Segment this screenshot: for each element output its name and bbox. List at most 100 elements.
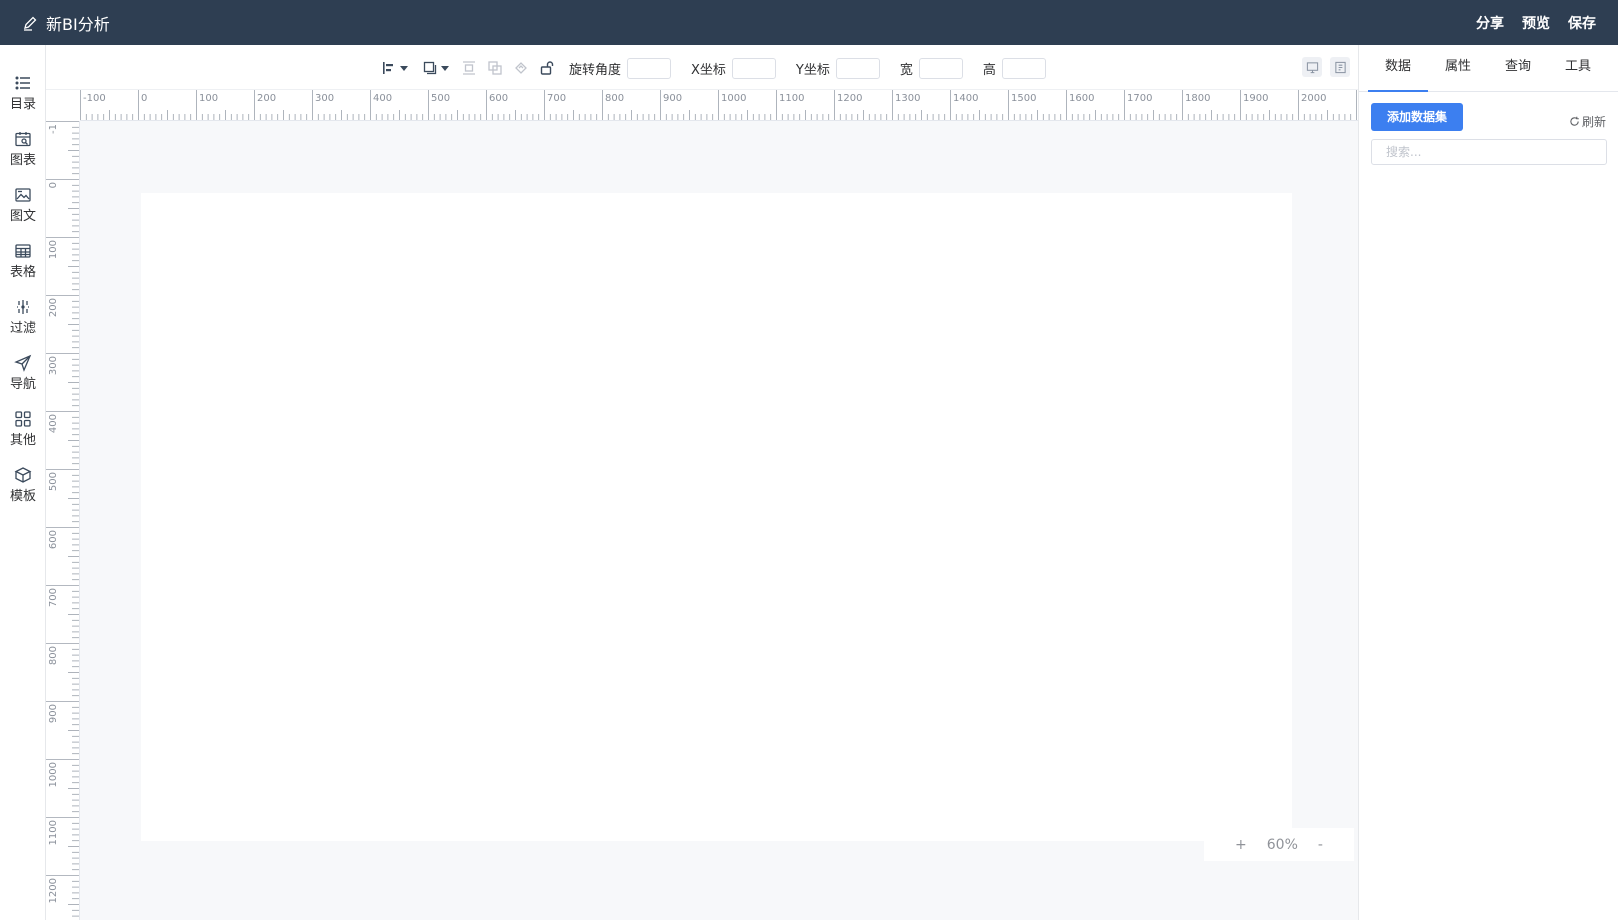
ruler-label: 0 — [141, 93, 147, 104]
lock-button[interactable] — [539, 57, 555, 79]
sidebar-item-label: 图文 — [9, 209, 36, 224]
width-input[interactable] — [918, 57, 963, 79]
mobile-view-button[interactable] — [1330, 57, 1350, 77]
ruler-label: 100 — [199, 93, 218, 104]
ruler-label: 1000 — [721, 93, 746, 104]
ruler-label: 900 — [48, 704, 59, 723]
sidebar-item-label: 表格 — [9, 265, 36, 280]
y-coord-label: Y坐标 — [795, 62, 830, 78]
sidebar-item-catalog[interactable]: 目录 — [0, 65, 46, 121]
sidebar-item-label: 模板 — [9, 489, 36, 504]
chevron-down-icon — [441, 65, 449, 71]
ruler-label: 200 — [257, 93, 276, 104]
add-dataset-button[interactable]: 添加数据集 — [1371, 103, 1464, 131]
height-input[interactable] — [1001, 57, 1046, 79]
ruler-label: 1600 — [1069, 93, 1094, 104]
ruler-label: 1700 — [1127, 93, 1152, 104]
y-coord-input[interactable] — [835, 57, 880, 79]
tab-tools[interactable]: 工具 — [1548, 45, 1608, 91]
ruler-label: 1400 — [953, 93, 978, 104]
sidebar-item-label: 目录 — [9, 97, 36, 112]
filter-icon — [17, 300, 29, 314]
sidebar-item-filter[interactable]: 过滤 — [0, 289, 46, 345]
tab-data[interactable]: 数据 — [1368, 45, 1428, 92]
sidebar-item-label: 其他 — [9, 433, 36, 448]
tab-query[interactable]: 查询 — [1488, 45, 1548, 91]
ruler-label: 200 — [48, 298, 59, 317]
group-button[interactable] — [487, 57, 503, 79]
x-coord-input[interactable] — [731, 57, 776, 79]
ruler-label: 700 — [48, 588, 59, 607]
vertical-ruler: -1 0 100 200 300 400 500 600 700 800 900 1000 1100 12… — [46, 121, 80, 920]
template-cube-icon — [14, 467, 32, 483]
unlock-icon — [540, 61, 554, 75]
sidebar-item-label: 导航 — [9, 377, 36, 392]
ruler-label: 1100 — [779, 93, 804, 104]
report-board[interactable] — [141, 193, 1292, 841]
preview-button[interactable]: 预览 — [1522, 13, 1550, 33]
layer-copy-icon — [423, 61, 437, 75]
grid-apps-icon — [15, 411, 31, 427]
ruler-label: 400 — [373, 93, 392, 104]
ruler-label: 800 — [48, 646, 59, 665]
ruler-label: 1300 — [895, 93, 920, 104]
align-dropdown-button[interactable] — [381, 57, 408, 79]
zoom-in-button[interactable]: + — [1235, 837, 1247, 853]
sidebar-item-navigation[interactable]: 导航 — [0, 345, 46, 401]
app-title-text: 新BI分析 — [46, 14, 110, 34]
ruler-label: 600 — [489, 93, 508, 104]
sidebar-item-table[interactable]: 表格 — [0, 233, 46, 289]
tab-properties[interactable]: 属性 — [1428, 45, 1488, 91]
design-canvas[interactable]: -100 0 100 200 300 400 500 600 700 800 900 1000 1100… — [46, 90, 1358, 920]
chevron-down-icon — [400, 65, 408, 71]
sidebar-item-template[interactable]: 模板 — [0, 457, 46, 513]
layer-dropdown-button[interactable] — [422, 57, 449, 79]
share-button[interactable]: 分享 — [1476, 13, 1504, 33]
dataset-search-input[interactable] — [1371, 139, 1607, 165]
ruler-label: 700 — [547, 93, 566, 104]
sidebar-item-label: 过滤 — [9, 321, 36, 336]
width-label: 宽 — [899, 62, 913, 78]
group-icon — [488, 61, 502, 75]
distribute-icon — [463, 61, 475, 75]
pc-view-button[interactable] — [1302, 57, 1322, 77]
app-header: 新BI分析 分享 预览 保存 — [0, 0, 1618, 45]
navigation-icon — [14, 354, 32, 372]
ruler-label: 300 — [48, 356, 59, 375]
ruler-label: 600 — [48, 530, 59, 549]
ruler-label: -100 — [83, 93, 106, 104]
ruler-corner — [46, 90, 80, 121]
sidebar-item-other[interactable]: 其他 — [0, 401, 46, 457]
save-button[interactable]: 保存 — [1568, 13, 1596, 33]
table-icon — [15, 244, 31, 258]
ruler-label: 800 — [605, 93, 624, 104]
sidebar-item-label: 图表 — [9, 153, 36, 168]
sidebar-item-chart[interactable]: 图表 — [0, 121, 46, 177]
chart-calendar-icon — [15, 132, 31, 147]
ruler-label: 1100 — [48, 820, 59, 845]
refresh-button[interactable]: 刷新 — [1569, 113, 1606, 130]
zoom-level: 60% — [1266, 836, 1298, 853]
list-icon — [15, 76, 30, 90]
ruler-label: 0 — [48, 182, 59, 188]
rotate-label: 旋转角度 — [569, 62, 622, 78]
panel-tabs: 数据 属性 查询 工具 — [1359, 45, 1618, 92]
x-coord-label: X坐标 — [691, 62, 726, 78]
ruler-label: 2000 — [1301, 93, 1326, 104]
ruler-label: 1000 — [48, 762, 59, 787]
ungroup-button[interactable] — [513, 57, 529, 79]
component-sidebar: 目录 图表 图文 表格 过滤 导航 其他 模板 — [0, 45, 46, 920]
ruler-label: 1900 — [1243, 93, 1268, 104]
ruler-label: 1200 — [837, 93, 862, 104]
refresh-icon — [1570, 116, 1579, 126]
height-label: 高 — [982, 62, 996, 78]
monitor-icon — [1306, 61, 1318, 73]
sidebar-item-image-text[interactable]: 图文 — [0, 177, 46, 233]
distribute-button[interactable] — [461, 57, 477, 79]
ruler-label: 1200 — [48, 878, 59, 903]
edit-pen-icon — [24, 16, 37, 31]
rotate-input[interactable] — [627, 57, 672, 79]
refresh-label: 刷新 — [1581, 114, 1606, 129]
ruler-label: 500 — [431, 93, 450, 104]
zoom-out-button[interactable]: - — [1318, 837, 1323, 853]
